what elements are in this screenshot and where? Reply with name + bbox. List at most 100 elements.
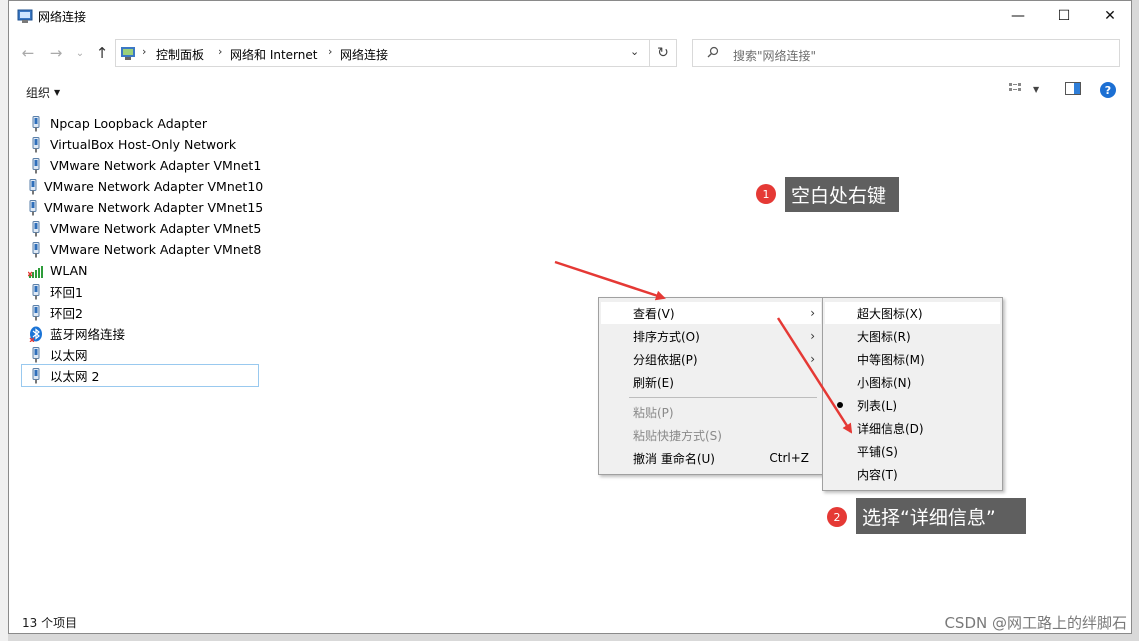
back-button[interactable]: ← xyxy=(17,42,39,64)
background-window-strip xyxy=(0,0,8,641)
address-bar[interactable]: › 控制面板 › 网络和 Internet › 网络连接 ⌄ xyxy=(115,39,677,67)
menu-item-label: 小图标(N) xyxy=(857,375,912,390)
search-input[interactable]: 搜索"网络连接" xyxy=(692,39,1120,67)
menu-item-label: 内容(T) xyxy=(857,467,898,482)
context-menu: 查看(V) › 排序方式(O) › 分组依据(P) › 刷新(E) 粘贴(P) 粘贴快… xyxy=(598,297,824,475)
menu-item-label: 大图标(R) xyxy=(857,329,911,344)
view-medium-icons[interactable]: 中等图标(M) xyxy=(825,348,1000,370)
menu-item-shortcut: Ctrl+Z xyxy=(769,451,809,465)
network-adapter-icon xyxy=(28,199,38,216)
list-item-label: VMware Network Adapter VMnet8 xyxy=(50,242,262,257)
list-item-label: 以太网 2 xyxy=(50,369,100,384)
menu-item-label: 列表(L) xyxy=(857,398,898,413)
list-item-label: Npcap Loopback Adapter xyxy=(50,116,207,131)
bluetooth-icon xyxy=(28,326,44,342)
address-dropdown-icon[interactable]: ⌄ xyxy=(630,45,639,58)
menu-item-label: 刷新(E) xyxy=(633,375,674,390)
list-item[interactable]: VMware Network Adapter VMnet1 xyxy=(22,155,262,176)
forward-button[interactable]: → xyxy=(45,42,67,64)
list-item[interactable]: VMware Network Adapter VMnet5 xyxy=(22,218,262,239)
view-small-icons[interactable]: 小图标(N) xyxy=(825,371,1000,393)
control-panel-icon xyxy=(121,47,135,60)
menu-item-label: 平铺(S) xyxy=(857,444,898,459)
breadcrumb-control-panel[interactable]: 控制面板 xyxy=(156,46,204,63)
preview-pane-button[interactable] xyxy=(1065,82,1081,98)
view-submenu: 超大图标(X) 大图标(R) 中等图标(M) 小图标(N) 列表(L) 详细信息… xyxy=(822,297,1003,491)
menu-item-view[interactable]: 查看(V) › xyxy=(601,302,821,324)
list-item[interactable]: VMware Network Adapter VMnet8 xyxy=(22,239,262,260)
list-item-label: VirtualBox Host-Only Network xyxy=(50,137,237,152)
file-list: Npcap Loopback Adapter VirtualBox Host-On… xyxy=(21,113,264,387)
chevron-right-icon: › xyxy=(810,329,815,343)
step-2-callout: 选择“详细信息” xyxy=(856,498,1026,534)
recent-locations-button[interactable]: ⌄ xyxy=(69,42,91,64)
up-button[interactable]: ↑ xyxy=(91,42,113,64)
change-view-button[interactable] xyxy=(1009,82,1025,99)
network-adapter-icon xyxy=(28,304,44,321)
preview-pane-icon xyxy=(1065,82,1081,95)
view-tiles[interactable]: 平铺(S) xyxy=(825,440,1000,462)
network-adapter-icon xyxy=(28,346,44,363)
wifi-signal-icon xyxy=(28,263,44,279)
menu-item-label: 粘贴(P) xyxy=(633,405,674,420)
view-list[interactable]: 列表(L) xyxy=(825,394,1000,416)
menu-item-group-by[interactable]: 分组依据(P) › xyxy=(601,348,821,370)
help-button[interactable]: ? xyxy=(1100,82,1116,98)
network-adapter-icon xyxy=(28,115,44,132)
list-item[interactable]: Npcap Loopback Adapter xyxy=(22,113,262,134)
list-item[interactable]: 以太网 xyxy=(22,344,262,365)
status-bar-item-count: 13 个项目 xyxy=(22,616,78,630)
menu-item-undo-rename[interactable]: 撤消 重命名(U) Ctrl+Z xyxy=(601,447,821,469)
menu-item-label: 超大图标(X) xyxy=(857,306,923,321)
list-item[interactable]: 环回2 xyxy=(22,302,262,323)
menu-item-label: 中等图标(M) xyxy=(857,352,925,367)
menu-item-paste-shortcut: 粘贴快捷方式(S) xyxy=(601,424,821,446)
network-adapter-icon xyxy=(28,220,44,237)
list-item[interactable]: VMware Network Adapter VMnet10 xyxy=(22,176,264,197)
menu-item-label: 详细信息(D) xyxy=(857,421,924,436)
menu-item-sort-by[interactable]: 排序方式(O) › xyxy=(601,325,821,347)
list-item[interactable]: 环回1 xyxy=(22,281,262,302)
list-item-label: VMware Network Adapter VMnet5 xyxy=(50,221,262,236)
list-item[interactable]: 以太网 2 xyxy=(21,364,259,387)
breadcrumb-separator-icon: › xyxy=(328,45,333,58)
view-options-icon xyxy=(1009,83,1021,91)
menu-separator xyxy=(629,397,817,398)
breadcrumb-network-connections[interactable]: 网络连接 xyxy=(340,46,388,63)
search-icon xyxy=(707,46,719,58)
minimize-button[interactable]: — xyxy=(995,1,1041,31)
view-dropdown-icon[interactable]: ▼ xyxy=(1033,85,1039,94)
list-item[interactable]: VMware Network Adapter VMnet15 xyxy=(22,197,264,218)
command-toolbar: 组织 ▼ ▼ ? xyxy=(9,78,1131,102)
step-2-badge: 2 xyxy=(827,507,847,527)
view-details[interactable]: 详细信息(D) xyxy=(825,417,1000,439)
view-content[interactable]: 内容(T) xyxy=(825,463,1000,485)
close-button[interactable]: ✕ xyxy=(1087,1,1131,31)
menu-item-label: 查看(V) xyxy=(633,306,675,321)
list-item-label: VMware Network Adapter VMnet10 xyxy=(44,179,264,194)
network-adapter-icon xyxy=(28,367,44,384)
list-item-label: VMware Network Adapter VMnet15 xyxy=(44,200,264,215)
watermark: CSDN @网工路上的绊脚石 xyxy=(944,614,1127,632)
menu-item-paste: 粘贴(P) xyxy=(601,401,821,423)
list-item[interactable]: 蓝牙网络连接 xyxy=(22,323,262,344)
maximize-button[interactable]: ☐ xyxy=(1041,1,1087,31)
list-item-label: VMware Network Adapter VMnet1 xyxy=(50,158,262,173)
chevron-right-icon: › xyxy=(810,352,815,366)
organize-button[interactable]: 组织 ▼ xyxy=(26,84,60,101)
view-large-icons[interactable]: 大图标(R) xyxy=(825,325,1000,347)
network-adapter-icon xyxy=(28,178,38,195)
list-item[interactable]: VirtualBox Host-Only Network xyxy=(22,134,262,155)
list-item-label: 环回1 xyxy=(50,285,83,300)
window-title: 网络连接 xyxy=(38,10,87,24)
view-extra-large-icons[interactable]: 超大图标(X) xyxy=(825,302,1000,324)
breadcrumb-separator-icon: › xyxy=(218,45,223,58)
refresh-button[interactable]: ↻ xyxy=(649,39,677,67)
menu-item-label: 排序方式(O) xyxy=(633,329,700,344)
list-item[interactable]: WLAN xyxy=(22,260,262,281)
breadcrumb-network-internet[interactable]: 网络和 Internet xyxy=(230,46,317,63)
list-item-label: 以太网 xyxy=(50,348,88,363)
network-adapter-icon xyxy=(28,136,44,153)
navigation-bar: ← → ⌄ ↑ › 控制面板 › 网络和 Internet › 网络连接 ⌄ ↻… xyxy=(9,37,1131,69)
menu-item-refresh[interactable]: 刷新(E) xyxy=(601,371,821,393)
